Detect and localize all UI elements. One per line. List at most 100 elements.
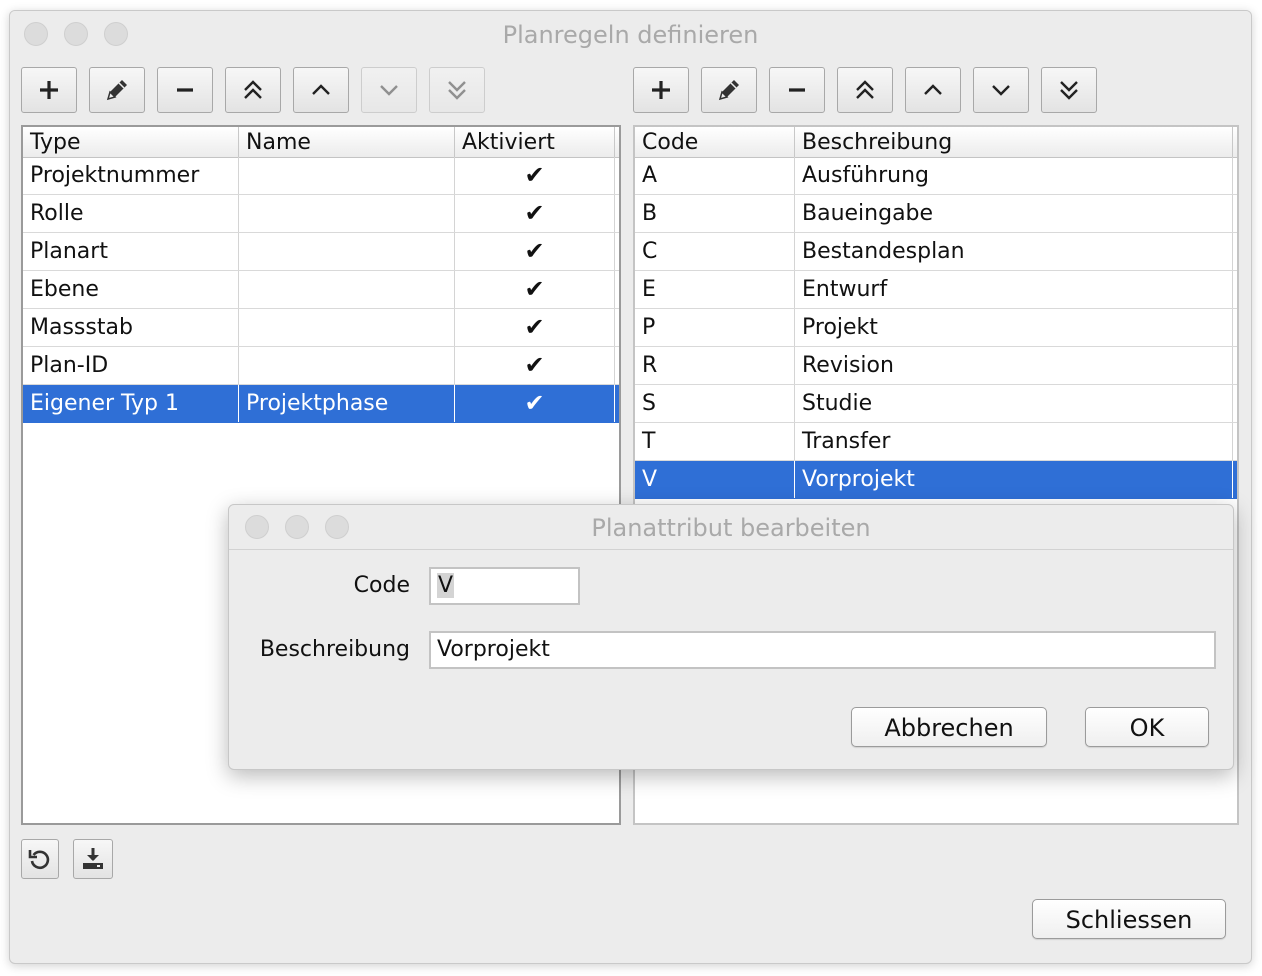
- table-header: Code Beschreibung: [635, 127, 1237, 158]
- cell-beschreibung: Baueingabe: [795, 195, 1233, 232]
- right-remove-button[interactable]: [769, 67, 825, 113]
- cell-beschreibung: Vorprojekt: [795, 461, 1233, 498]
- table-row[interactable]: S Studie: [635, 385, 1237, 423]
- minus-icon: [177, 88, 193, 92]
- cell-code: V: [635, 461, 795, 498]
- cell-code: B: [635, 195, 795, 232]
- right-add-button[interactable]: [633, 67, 689, 113]
- cell-code: P: [635, 309, 795, 346]
- ok-button[interactable]: OK: [1085, 707, 1209, 747]
- table-row-selected[interactable]: V Vorprojekt: [635, 461, 1237, 499]
- code-label: Code: [353, 573, 410, 598]
- table-header: Type Name Aktiviert: [23, 127, 619, 158]
- checkmark-icon[interactable]: ✔: [455, 309, 615, 346]
- cell-beschreibung: Transfer: [795, 423, 1233, 460]
- double-chevron-down-icon: [448, 81, 466, 100]
- column-header-code[interactable]: Code: [635, 127, 795, 157]
- cancel-button[interactable]: Abbrechen: [851, 707, 1047, 747]
- cell-beschreibung: Studie: [795, 385, 1233, 422]
- column-header-name[interactable]: Name: [239, 127, 455, 157]
- right-move-up-button[interactable]: [905, 67, 961, 113]
- refresh-icon: [28, 850, 50, 870]
- chevron-up-icon: [312, 84, 330, 95]
- plus-icon: [652, 81, 670, 99]
- column-header-type[interactable]: Type: [23, 127, 239, 157]
- column-header-aktiviert[interactable]: Aktiviert: [455, 127, 615, 157]
- code-field[interactable]: V: [429, 567, 580, 605]
- cell-code: S: [635, 385, 795, 422]
- left-add-button[interactable]: [21, 67, 77, 113]
- reset-button[interactable]: [21, 839, 59, 879]
- chevron-down-icon: [380, 85, 398, 96]
- cell-name: [239, 347, 455, 384]
- cell-code: E: [635, 271, 795, 308]
- left-edit-button[interactable]: [89, 67, 145, 113]
- title-bar[interactable]: Planregeln definieren: [10, 11, 1251, 55]
- description-value: Vorprojekt: [437, 637, 550, 662]
- cell-code: T: [635, 423, 795, 460]
- cell-name: [239, 233, 455, 270]
- right-move-bottom-button[interactable]: [1041, 67, 1097, 113]
- table-row[interactable]: Plan-ID ✔: [23, 347, 619, 385]
- cell-type: Projektnummer: [23, 157, 239, 194]
- checkmark-icon[interactable]: ✔: [455, 195, 615, 232]
- edit-attribute-dialog: Planattribut bearbeiten Code V Beschreib…: [228, 504, 1234, 770]
- cell-name: [239, 309, 455, 346]
- double-chevron-up-icon: [244, 80, 262, 99]
- left-move-top-button[interactable]: [225, 67, 281, 113]
- window-title: Planregeln definieren: [502, 21, 759, 49]
- left-move-down-button[interactable]: [361, 67, 417, 113]
- cell-name: [239, 195, 455, 232]
- left-remove-button[interactable]: [157, 67, 213, 113]
- cell-beschreibung: Projekt: [795, 309, 1233, 346]
- table-row[interactable]: Planart ✔: [23, 233, 619, 271]
- import-button[interactable]: [73, 839, 113, 879]
- column-header-beschreibung[interactable]: Beschreibung: [795, 127, 1233, 157]
- table-row[interactable]: Projektnummer ✔: [23, 157, 619, 195]
- description-label: Beschreibung: [259, 637, 410, 662]
- table-row[interactable]: E Entwurf: [635, 271, 1237, 309]
- cell-beschreibung: Ausführung: [795, 157, 1233, 194]
- cell-code: C: [635, 233, 795, 270]
- right-edit-button[interactable]: [701, 67, 757, 113]
- cell-name: [239, 271, 455, 308]
- checkmark-icon[interactable]: ✔: [455, 233, 615, 270]
- table-row[interactable]: A Ausführung: [635, 157, 1237, 195]
- table-row[interactable]: P Projekt: [635, 309, 1237, 347]
- plus-icon: [40, 81, 58, 99]
- table-row[interactable]: T Transfer: [635, 423, 1237, 461]
- checkmark-icon[interactable]: ✔: [455, 157, 615, 194]
- pencil-icon: [718, 80, 739, 101]
- table-row[interactable]: Massstab ✔: [23, 309, 619, 347]
- cell-name: [239, 157, 455, 194]
- table-row[interactable]: B Baueingabe: [635, 195, 1237, 233]
- cell-beschreibung: Entwurf: [795, 271, 1233, 308]
- cell-type: Rolle: [23, 195, 239, 232]
- left-move-bottom-button[interactable]: [429, 67, 485, 113]
- download-icon: [83, 848, 103, 869]
- cell-type: Ebene: [23, 271, 239, 308]
- checkmark-icon[interactable]: ✔: [455, 347, 615, 384]
- left-move-up-button[interactable]: [293, 67, 349, 113]
- cell-type: Plan-ID: [23, 347, 239, 384]
- checkmark-icon[interactable]: ✔: [455, 271, 615, 308]
- cell-type: Eigener Typ 1: [23, 385, 239, 422]
- table-row[interactable]: Ebene ✔: [23, 271, 619, 309]
- cell-code: A: [635, 157, 795, 194]
- table-row[interactable]: Rolle ✔: [23, 195, 619, 233]
- table-row[interactable]: R Revision: [635, 347, 1237, 385]
- cell-code: R: [635, 347, 795, 384]
- close-button[interactable]: Schliessen: [1032, 899, 1226, 939]
- dialog-title-bar[interactable]: Planattribut bearbeiten: [229, 505, 1233, 550]
- table-row-selected[interactable]: Eigener Typ 1 Projektphase ✔: [23, 385, 619, 423]
- double-chevron-up-icon: [856, 80, 874, 99]
- cell-type: Planart: [23, 233, 239, 270]
- cell-beschreibung: Revision: [795, 347, 1233, 384]
- right-move-down-button[interactable]: [973, 67, 1029, 113]
- right-move-top-button[interactable]: [837, 67, 893, 113]
- chevron-down-icon: [992, 85, 1010, 96]
- checkmark-icon[interactable]: ✔: [455, 385, 615, 422]
- description-field[interactable]: Vorprojekt: [429, 631, 1216, 669]
- table-row[interactable]: C Bestandesplan: [635, 233, 1237, 271]
- dialog-title: Planattribut bearbeiten: [591, 514, 871, 542]
